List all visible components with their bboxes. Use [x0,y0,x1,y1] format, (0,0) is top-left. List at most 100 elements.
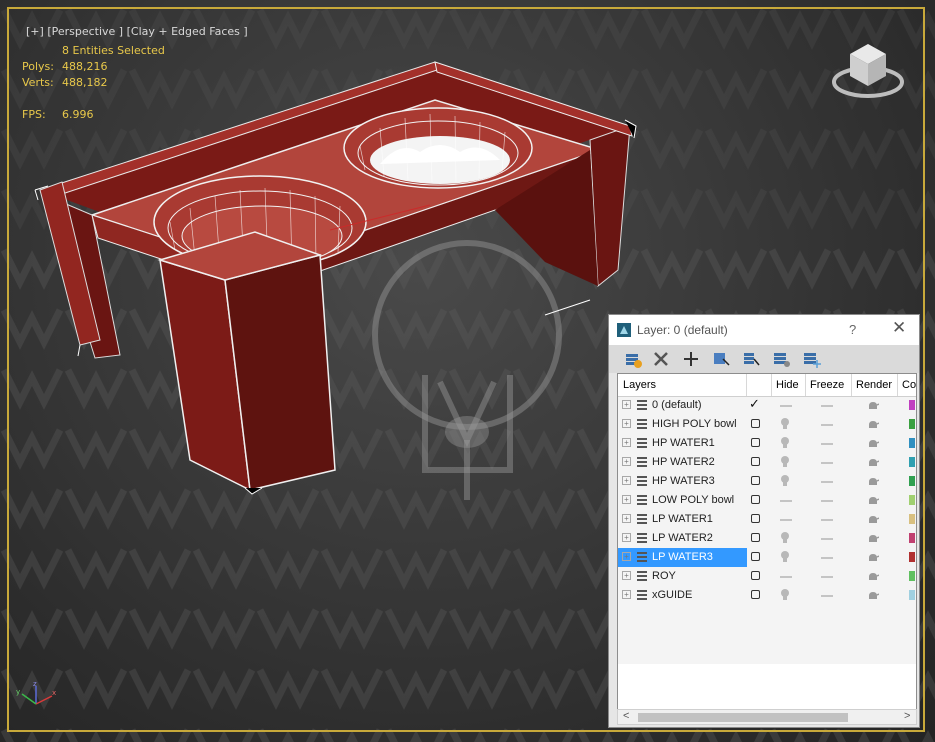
layer-name[interactable]: HP WATER2 [652,456,715,468]
freeze-dash-icon[interactable] [821,500,833,502]
freeze-all-icon[interactable] [801,349,821,369]
freeze-dash-icon[interactable] [821,595,833,597]
freeze-dash-icon[interactable] [821,519,833,521]
hide-dash-icon[interactable] [780,398,792,412]
set-current-layer-box[interactable] [751,419,760,428]
layer-color-swatch[interactable] [909,552,915,562]
freeze-dash-icon[interactable] [821,424,833,426]
freeze-dash-icon[interactable] [821,443,833,445]
layer-row[interactable]: + LP WATER1 [618,510,916,529]
delete-layer-icon[interactable] [651,349,671,369]
layer-color-swatch[interactable] [909,400,915,410]
layer-name[interactable]: 0 (default) [652,399,702,411]
layer-row[interactable]: + HP WATER2 [618,453,916,472]
freeze-dash-icon[interactable] [821,576,833,578]
select-in-layer-icon[interactable] [711,349,731,369]
layer-name[interactable]: LOW POLY bowl [652,494,734,506]
viewport-menu-plus[interactable]: [+] [26,25,44,38]
render-teapot-icon[interactable] [867,401,879,411]
render-teapot-icon[interactable] [867,496,879,506]
hide-bulb-icon[interactable] [780,588,790,602]
hide-bulb-icon[interactable] [780,436,790,450]
viewport-shading-label[interactable]: [Clay + Edged Faces ] [127,25,248,38]
freeze-dash-icon[interactable] [821,538,833,540]
expand-icon[interactable]: + [622,457,631,466]
render-teapot-icon[interactable] [867,439,879,449]
scrollbar-thumb[interactable] [638,713,848,722]
layer-color-swatch[interactable] [909,514,915,524]
set-current-layer-box[interactable] [751,552,760,561]
set-current-layer-box[interactable] [751,476,760,485]
set-current-layer-box[interactable] [751,571,760,580]
layer-color-swatch[interactable] [909,457,915,467]
expand-icon[interactable]: + [622,495,631,504]
layer-row[interactable]: + HIGH POLY bowl [618,415,916,434]
create-layer-icon[interactable] [623,349,643,369]
render-teapot-icon[interactable] [867,420,879,430]
layer-color-swatch[interactable] [909,438,915,448]
layer-row[interactable]: + HP WATER3 [618,472,916,491]
hide-dash-icon[interactable] [780,493,792,507]
layer-name[interactable]: ROY [652,570,676,582]
layer-row[interactable]: + LP WATER2 [618,529,916,548]
layer-name[interactable]: HP WATER3 [652,475,715,487]
column-layers[interactable]: Layers [623,379,656,391]
close-button[interactable]: ✕ [892,319,906,337]
set-current-layer-box[interactable] [751,590,760,599]
expand-icon[interactable]: + [622,514,631,523]
set-current-layer-box[interactable] [751,514,760,523]
layer-row[interactable]: +0 (default) ✓ [618,396,916,415]
set-current-layer-box[interactable] [751,495,760,504]
expand-icon[interactable]: + [622,476,631,485]
hide-bulb-icon[interactable] [780,474,790,488]
column-hide[interactable]: Hide [776,379,799,391]
viewport-camera-label[interactable]: [Perspective ] [47,25,123,38]
layer-color-swatch[interactable] [909,495,915,505]
layer-name[interactable]: HP WATER1 [652,437,715,449]
horizontal-scrollbar[interactable]: < > [617,709,917,725]
layer-color-swatch[interactable] [909,590,915,600]
layer-name[interactable]: xGUIDE [652,589,692,601]
scroll-left-button[interactable]: < [623,710,629,722]
layer-color-swatch[interactable] [909,476,915,486]
render-teapot-icon[interactable] [867,534,879,544]
scroll-right-button[interactable]: > [904,710,910,722]
hide-dash-icon[interactable] [780,569,792,583]
layer-explorer-dialog[interactable]: Layer: 0 (default) ? ✕ Layers Hide Freez… [608,314,920,728]
hide-all-icon[interactable] [771,349,791,369]
hide-bulb-icon[interactable] [780,550,790,564]
highlight-layer-icon[interactable] [741,349,761,369]
layer-row[interactable]: + LP WATER3 [618,548,916,567]
expand-icon[interactable]: + [622,400,631,409]
expand-icon[interactable]: + [622,571,631,580]
dialog-titlebar[interactable]: Layer: 0 (default) ? ✕ [609,315,919,345]
render-teapot-icon[interactable] [867,572,879,582]
hide-bulb-icon[interactable] [780,455,790,469]
hide-bulb-icon[interactable] [780,417,790,431]
viewcube-icon[interactable] [830,38,906,104]
add-to-layer-icon[interactable] [681,349,701,369]
freeze-dash-icon[interactable] [821,557,833,559]
layer-row[interactable]: + ROY [618,567,916,586]
column-color[interactable]: Co [902,379,916,391]
render-teapot-icon[interactable] [867,477,879,487]
render-teapot-icon[interactable] [867,553,879,563]
freeze-dash-icon[interactable] [821,462,833,464]
layer-name[interactable]: HIGH POLY bowl [652,418,737,430]
hide-dash-icon[interactable] [780,512,792,526]
help-button[interactable]: ? [849,322,856,337]
render-teapot-icon[interactable] [867,515,879,525]
expand-icon[interactable]: + [622,419,631,428]
layer-row[interactable]: + LOW POLY bowl [618,491,916,510]
freeze-dash-icon[interactable] [821,481,833,483]
layer-row[interactable]: + xGUIDE [618,586,916,605]
expand-icon[interactable]: + [622,552,631,561]
set-current-layer-box[interactable] [751,438,760,447]
render-teapot-icon[interactable] [867,458,879,468]
hide-bulb-icon[interactable] [780,531,790,545]
set-current-layer-box[interactable] [751,457,760,466]
layer-name[interactable]: LP WATER2 [652,532,713,544]
set-current-layer-box[interactable] [751,533,760,542]
current-layer-check-icon[interactable]: ✓ [749,396,760,412]
expand-icon[interactable]: + [622,533,631,542]
